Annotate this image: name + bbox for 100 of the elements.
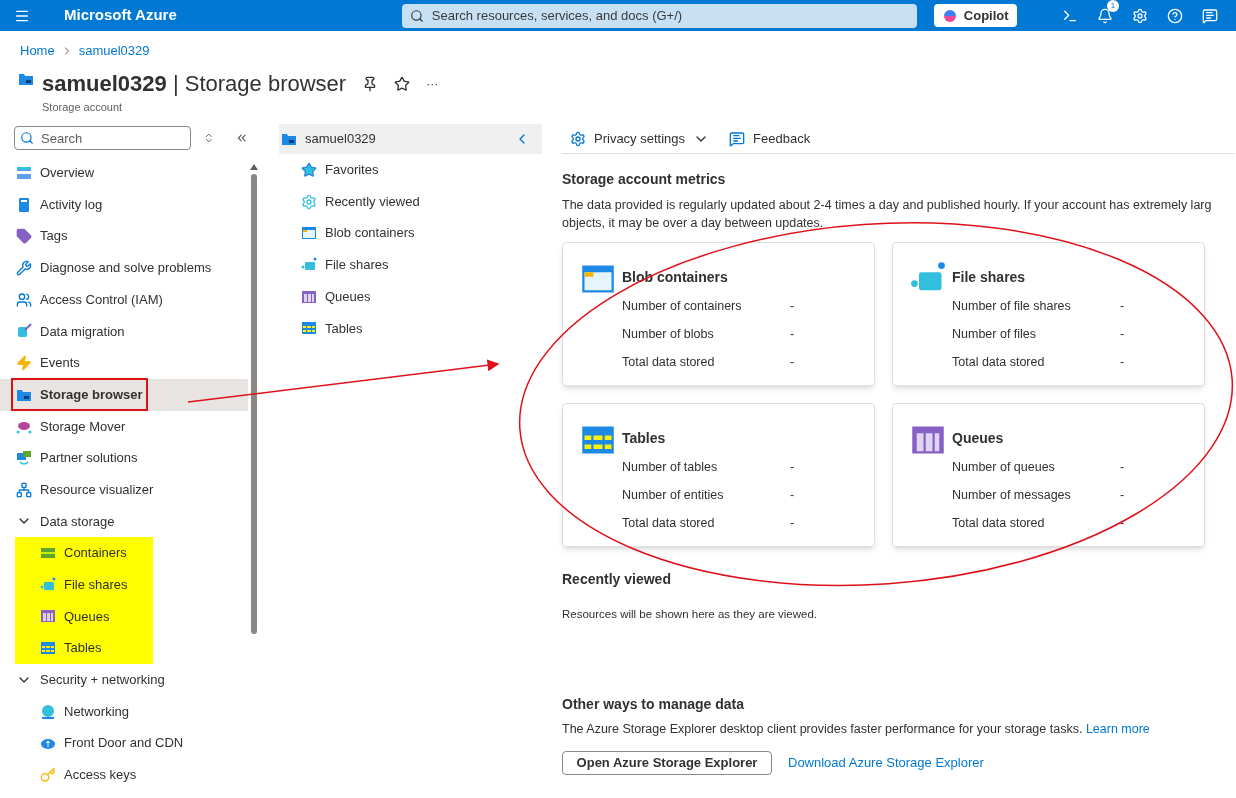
feedback-icon[interactable] xyxy=(1202,7,1218,24)
menu-item-label: Partner solutions xyxy=(40,449,138,468)
notification-badge: 1 xyxy=(1107,0,1119,12)
menu-item[interactable]: Diagnose and solve problems xyxy=(0,252,248,284)
card-title: Tables xyxy=(622,429,667,448)
key-icon xyxy=(40,766,56,783)
menu-item[interactable]: Tags xyxy=(0,220,248,253)
menu-item-label: Diagnose and solve problems xyxy=(40,259,212,278)
section-title: Recently viewed xyxy=(562,570,672,589)
menu-group-header[interactable]: Security + networking xyxy=(0,664,248,696)
file-share-icon xyxy=(40,576,56,593)
table-icon xyxy=(40,640,56,657)
privacy-settings-button[interactable]: Privacy settings xyxy=(570,128,710,149)
feedback-button[interactable]: Feedback xyxy=(729,128,811,149)
metric-label: Number of blobs xyxy=(622,325,715,343)
favorite-icon[interactable] xyxy=(394,75,411,92)
more-button[interactable]: ··· xyxy=(426,74,439,93)
settings-icon[interactable] xyxy=(1132,7,1148,24)
metric-value: - xyxy=(1120,514,1125,532)
star-icon xyxy=(301,161,317,178)
metric-value: - xyxy=(790,353,795,371)
menu-item-label: Tags xyxy=(40,227,68,246)
menu-item[interactable]: Access keys xyxy=(40,759,248,791)
download-link[interactable]: Download Azure Storage Explorer xyxy=(788,753,984,773)
menu-item[interactable]: Containers xyxy=(40,537,153,569)
menu-item-label: Access Control (IAM) xyxy=(40,290,163,309)
menu-item-label: Events xyxy=(40,354,80,373)
section-title: Other ways to manage data xyxy=(562,695,746,715)
folder-icon xyxy=(281,131,297,147)
tools-icon xyxy=(16,259,32,276)
metric-value: - xyxy=(1120,298,1125,315)
menu-item-label: Overview xyxy=(40,164,95,183)
metric-value: - xyxy=(790,514,795,532)
menu-search-field[interactable]: Search xyxy=(14,126,191,150)
copilot-logo-icon xyxy=(941,7,958,24)
menu-item[interactable]: Data migration xyxy=(0,315,248,348)
menu-item-label: Data migration xyxy=(40,322,125,341)
menu-item-label: Storage browser xyxy=(40,385,143,404)
card-title: Queues xyxy=(952,429,1005,448)
metrics-description: The data provided is regularly updated about 2-4 times a day and published hourly. If your account has extremely larg objects, it may be over a day between updates. xyxy=(562,197,1213,232)
menu-item[interactable]: Storage browser xyxy=(0,378,248,411)
menu-item[interactable]: Queues xyxy=(40,600,153,633)
metric-value: - xyxy=(1120,459,1125,476)
menu-item[interactable]: Tables xyxy=(40,632,153,664)
metric-label: Number of file shares xyxy=(952,298,1072,315)
search-icon xyxy=(20,131,34,145)
expand-collapse-icon[interactable] xyxy=(203,132,215,144)
search-field[interactable]: Search resources, services, and docs (G+/) xyxy=(401,3,917,28)
metric-value: - xyxy=(790,486,795,504)
feedback-icon xyxy=(729,130,746,147)
menu-item[interactable]: Overview xyxy=(0,157,248,189)
copilot-button[interactable]: Copilot xyxy=(933,4,1017,27)
tag-icon xyxy=(16,228,32,245)
open-explorer-button[interactable]: Open Azure Storage Explorer xyxy=(562,751,772,775)
metric-value: - xyxy=(790,459,795,476)
settings-icon xyxy=(570,130,586,147)
metric-value: - xyxy=(1120,325,1125,343)
window-icon xyxy=(301,225,317,242)
menu-item[interactable]: Front Door and CDN xyxy=(40,727,248,760)
menu-group-header[interactable]: Data storage xyxy=(0,505,248,538)
learn-more-link[interactable]: Learn more xyxy=(1085,722,1150,737)
menu-item[interactable]: Access Control (IAM) xyxy=(0,283,248,316)
tree-item[interactable]: Queues xyxy=(279,280,542,313)
menu-item[interactable]: Activity log xyxy=(0,188,248,221)
file-share-icon xyxy=(301,256,317,273)
brand-title: Microsoft Azure xyxy=(64,5,177,26)
tree-item[interactable]: Tables xyxy=(279,312,542,345)
globe-icon xyxy=(40,703,56,720)
queue-icon xyxy=(40,608,56,625)
menu-item[interactable]: Partner solutions xyxy=(0,442,248,474)
breadcrumb-link[interactable]: samuel0329 xyxy=(76,41,152,61)
cylinder-icon xyxy=(16,323,32,340)
metric-label: Total data stored xyxy=(952,353,1046,371)
menu-item[interactable]: Resource visualizer xyxy=(0,473,248,506)
menu-item[interactable]: Events xyxy=(0,347,248,379)
metric-label: Number of queues xyxy=(952,459,1056,476)
metric-value: - xyxy=(1120,486,1125,504)
metric-label: Number of containers xyxy=(622,298,743,315)
tree-item[interactable]: Recently viewed xyxy=(279,185,542,218)
notification-icon[interactable] xyxy=(1097,7,1113,24)
metric-value: - xyxy=(790,325,795,343)
metric-label: Number of messages xyxy=(952,486,1072,504)
tree-root[interactable]: samuel0329 xyxy=(279,124,542,154)
explorer-description: The Azure Storage Explorer desktop client provides faster performance for your storage tasks. Learn more xyxy=(562,721,1151,739)
gear-icon xyxy=(301,193,317,210)
tree-item[interactable]: File shares xyxy=(279,249,542,281)
metric-label: Total data stored xyxy=(952,514,1046,532)
breadcrumb-link[interactable]: Home xyxy=(18,41,57,61)
tree-item[interactable]: Favorites xyxy=(279,154,542,186)
menu-item[interactable]: Networking xyxy=(40,695,248,728)
menu-item[interactable]: File shares xyxy=(40,568,153,601)
scrollbar[interactable] xyxy=(250,164,258,634)
page-subtitle: Storage account xyxy=(42,99,124,115)
menu-item[interactable]: Storage Mover xyxy=(0,410,248,443)
help-icon[interactable] xyxy=(1167,7,1183,24)
people-icon xyxy=(16,291,32,308)
metric-label: Total data stored xyxy=(622,353,716,371)
queue-icon xyxy=(301,288,317,305)
tree-item[interactable]: Blob containers xyxy=(279,217,542,250)
empty-state-text: Resources will be shown here as they are viewed. xyxy=(562,607,819,622)
